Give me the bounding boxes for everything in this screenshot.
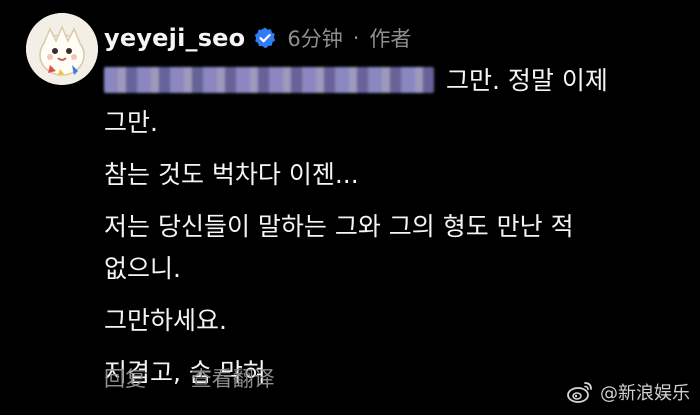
- username[interactable]: yeyeji_seo: [104, 24, 245, 52]
- verified-badge-icon: [253, 26, 277, 50]
- comment-time: 6分钟: [287, 27, 343, 51]
- comment-line: 없으니.: [104, 254, 181, 283]
- author-label: 作者: [369, 27, 412, 51]
- comment-actions: 回复 查看翻译: [104, 363, 313, 393]
- avatar-illustration: [26, 13, 98, 85]
- reply-button[interactable]: 回复: [104, 367, 146, 391]
- weibo-logo-icon: [567, 382, 592, 403]
- comment-header: yeyeji_seo 6分钟 · 作者: [104, 18, 411, 58]
- comment-line: 그만.: [104, 108, 158, 137]
- comment-body: 그만. 정말 이제 그만. 참는 것도 벅차다 이젠... 저는 당신들이 말하…: [104, 60, 689, 394]
- comment-line: 그만하세요.: [104, 306, 227, 335]
- watermark-text: @新浪娱乐: [600, 383, 690, 404]
- comment-line: 그만. 정말 이제: [104, 60, 689, 102]
- watermark: @新浪娱乐: [566, 379, 690, 405]
- separator-dot: ·: [352, 26, 360, 50]
- blurred-mention[interactable]: [104, 67, 434, 93]
- comment-line: 저는 당신들이 말하는 그와 그의 형도 만난 적: [104, 212, 574, 241]
- comment-line: 참는 것도 벅차다 이젠...: [104, 160, 359, 189]
- comment-line-text: 그만. 정말 이제: [446, 66, 608, 95]
- avatar[interactable]: [26, 13, 98, 85]
- translate-button[interactable]: 查看翻译: [191, 367, 275, 391]
